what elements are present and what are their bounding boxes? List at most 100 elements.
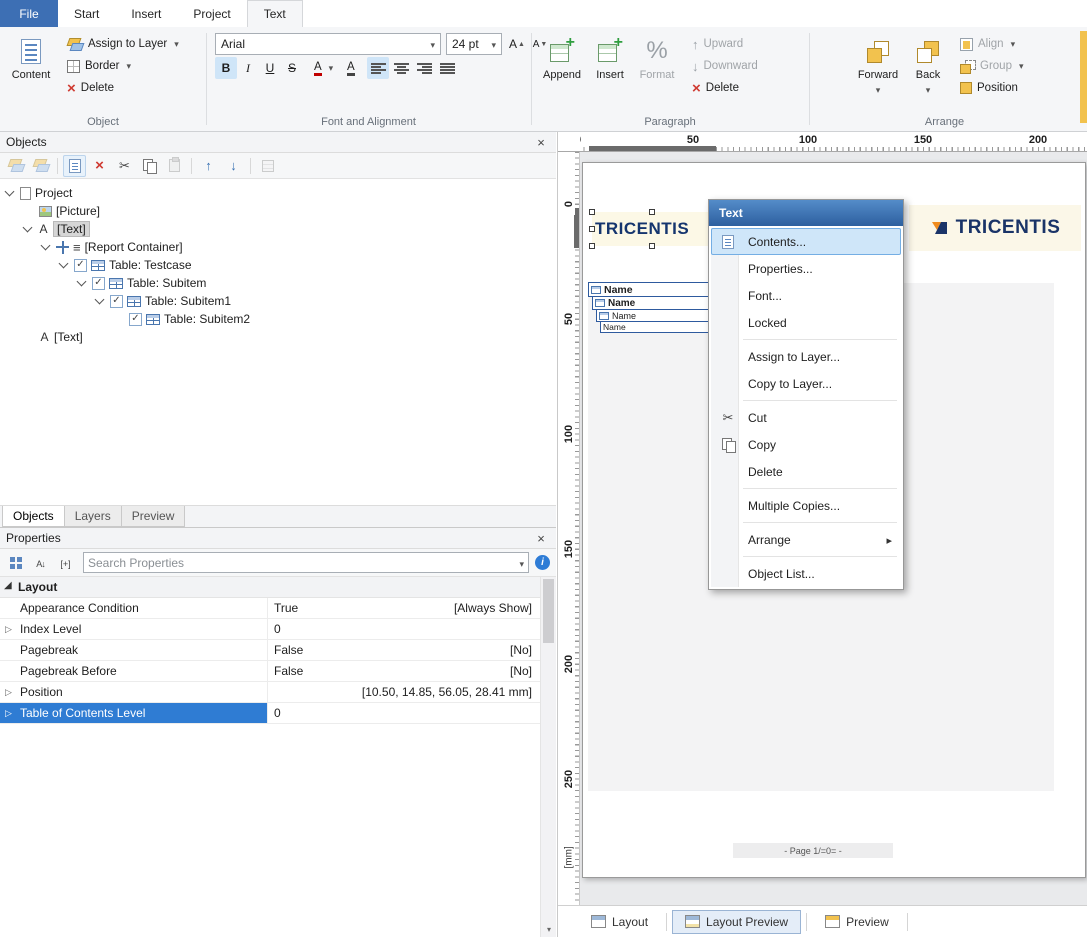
align-right-button[interactable] (413, 57, 435, 79)
tab-preview[interactable]: Preview (812, 910, 902, 934)
tab-text[interactable]: Text (247, 0, 303, 27)
move-down-button[interactable] (222, 155, 245, 177)
tree-item-table-subitem2[interactable]: Table: Subitem2 (0, 310, 556, 328)
font-color-button[interactable]: A (309, 57, 338, 79)
expand-icon[interactable] (5, 708, 12, 719)
expand-all-button[interactable] (54, 552, 77, 573)
scrollbar-thumb[interactable] (543, 579, 554, 643)
menu-item-multiple-copies[interactable]: Multiple Copies... (711, 492, 901, 519)
group-objects-button[interactable]: Group (955, 55, 1073, 77)
menu-item-copy-to-layer[interactable]: Copy to Layer... (711, 370, 901, 397)
tab-layers[interactable]: Layers (64, 506, 122, 527)
logo-object[interactable]: TRICENTIS (909, 205, 1081, 251)
selected-text-object[interactable]: TRICENTIS (589, 209, 715, 249)
categorized-view-button[interactable] (4, 552, 27, 573)
move-paragraph-down-button[interactable]: Downward (687, 55, 799, 77)
strikethrough-button[interactable]: S (281, 57, 303, 79)
cut-button[interactable] (113, 155, 136, 177)
close-icon[interactable] (532, 531, 550, 546)
tab-project[interactable]: Project (177, 0, 246, 27)
tab-layout-preview[interactable]: Layout Preview (672, 910, 801, 934)
tree-item-table-subitem[interactable]: Table: Subitem (0, 274, 556, 292)
back-button[interactable]: Back (906, 31, 950, 107)
forward-button[interactable]: Forward (852, 31, 904, 107)
text-object-body[interactable]: TRICENTIS (592, 212, 712, 246)
tab-preview[interactable]: Preview (121, 506, 186, 527)
resize-handle[interactable] (649, 209, 655, 215)
bold-button[interactable]: B (215, 57, 237, 79)
properties-scrollbar[interactable] (540, 577, 556, 937)
menu-item-object-list[interactable]: Object List... (711, 560, 901, 587)
category-row-layout[interactable]: Layout (0, 577, 540, 598)
append-paragraph-button[interactable]: Append (538, 31, 586, 107)
delete-object-button[interactable] (88, 155, 111, 177)
menu-item-cut[interactable]: Cut (711, 404, 901, 431)
menu-item-properties[interactable]: Properties... (711, 255, 901, 282)
insert-paragraph-button[interactable]: Insert (588, 31, 632, 107)
menu-item-assign-to-layer[interactable]: Assign to Layer... (711, 343, 901, 370)
move-up-button[interactable] (197, 155, 220, 177)
tree-item-picture[interactable]: [Picture] (0, 202, 556, 220)
tab-order-button[interactable] (256, 155, 279, 177)
align-left-button[interactable] (367, 57, 389, 79)
delete-paragraph-button[interactable]: Delete (687, 77, 799, 99)
position-button[interactable]: Position (955, 77, 1073, 99)
menu-item-locked[interactable]: Locked (711, 309, 901, 336)
tree-item-text-selected[interactable]: A [Text] (0, 220, 556, 238)
edit-layers-button[interactable] (29, 155, 52, 177)
expand-icon[interactable] (5, 624, 12, 635)
justify-button[interactable] (436, 57, 458, 79)
tab-layout[interactable]: Layout (578, 910, 661, 934)
menu-item-copy[interactable]: Copy (711, 431, 901, 458)
font-name-combo[interactable]: Arial (215, 33, 441, 55)
format-paragraph-button[interactable]: Format (634, 31, 680, 107)
highlight-color-button[interactable]: A (342, 57, 360, 79)
resize-handle[interactable] (589, 209, 595, 215)
tab-start[interactable]: Start (58, 0, 115, 27)
font-size-combo[interactable]: 24 pt (446, 33, 502, 55)
border-button[interactable]: Border (62, 55, 162, 77)
expander-icon[interactable] (5, 186, 15, 196)
menu-item-contents[interactable]: Contents... (711, 228, 901, 255)
property-row-pagebreak-before[interactable]: Pagebreak Before False [No] (0, 661, 540, 682)
move-paragraph-up-button[interactable]: Upward (687, 33, 799, 55)
resize-handle[interactable] (589, 226, 595, 232)
checkbox-checked-icon[interactable] (129, 313, 142, 326)
tab-file[interactable]: File (0, 0, 58, 27)
paste-button[interactable] (163, 155, 186, 177)
property-row-index-level[interactable]: Index Level 0 (0, 619, 540, 640)
resize-handle[interactable] (589, 243, 595, 249)
expander-icon[interactable] (59, 258, 69, 268)
menu-item-font[interactable]: Font... (711, 282, 901, 309)
property-search-input[interactable] (88, 556, 519, 570)
object-list-button[interactable] (63, 155, 86, 177)
delete-object-button[interactable]: Delete (62, 77, 162, 99)
menu-item-delete[interactable]: Delete (711, 458, 901, 485)
chevron-down-icon[interactable] (519, 556, 524, 570)
property-row-position[interactable]: Position [10.50, 14.85, 56.05, 28.41 mm] (0, 682, 540, 703)
tree-item-report-container[interactable]: [Report Container] (0, 238, 556, 256)
property-row-toc-level[interactable]: Table of Contents Level 0 (0, 703, 540, 724)
align-center-button[interactable] (390, 57, 412, 79)
copy-button[interactable] (138, 155, 161, 177)
tree-item-project[interactable]: Project (0, 184, 556, 202)
expand-icon[interactable] (5, 687, 12, 698)
expander-icon[interactable] (77, 276, 87, 286)
grow-font-button[interactable]: A▲ (506, 33, 528, 55)
tab-objects[interactable]: Objects (2, 506, 65, 527)
assign-to-layer-button[interactable]: Assign to Layer (62, 33, 202, 55)
property-row-pagebreak[interactable]: Pagebreak False [No] (0, 640, 540, 661)
info-icon[interactable] (535, 555, 550, 570)
menu-item-arrange[interactable]: Arrange (711, 526, 901, 553)
sort-alphabetical-button[interactable] (29, 552, 52, 573)
align-objects-button[interactable]: Align (955, 33, 1073, 55)
underline-button[interactable]: U (259, 57, 281, 79)
italic-button[interactable]: I (237, 57, 259, 79)
checkbox-checked-icon[interactable] (92, 277, 105, 290)
checkbox-checked-icon[interactable] (110, 295, 123, 308)
expander-icon[interactable] (41, 240, 51, 250)
close-icon[interactable] (532, 135, 550, 150)
tree-item-text2[interactable]: A [Text] (0, 328, 556, 346)
category-expander-icon[interactable] (4, 580, 12, 591)
tree-item-table-testcase[interactable]: Table: Testcase (0, 256, 556, 274)
